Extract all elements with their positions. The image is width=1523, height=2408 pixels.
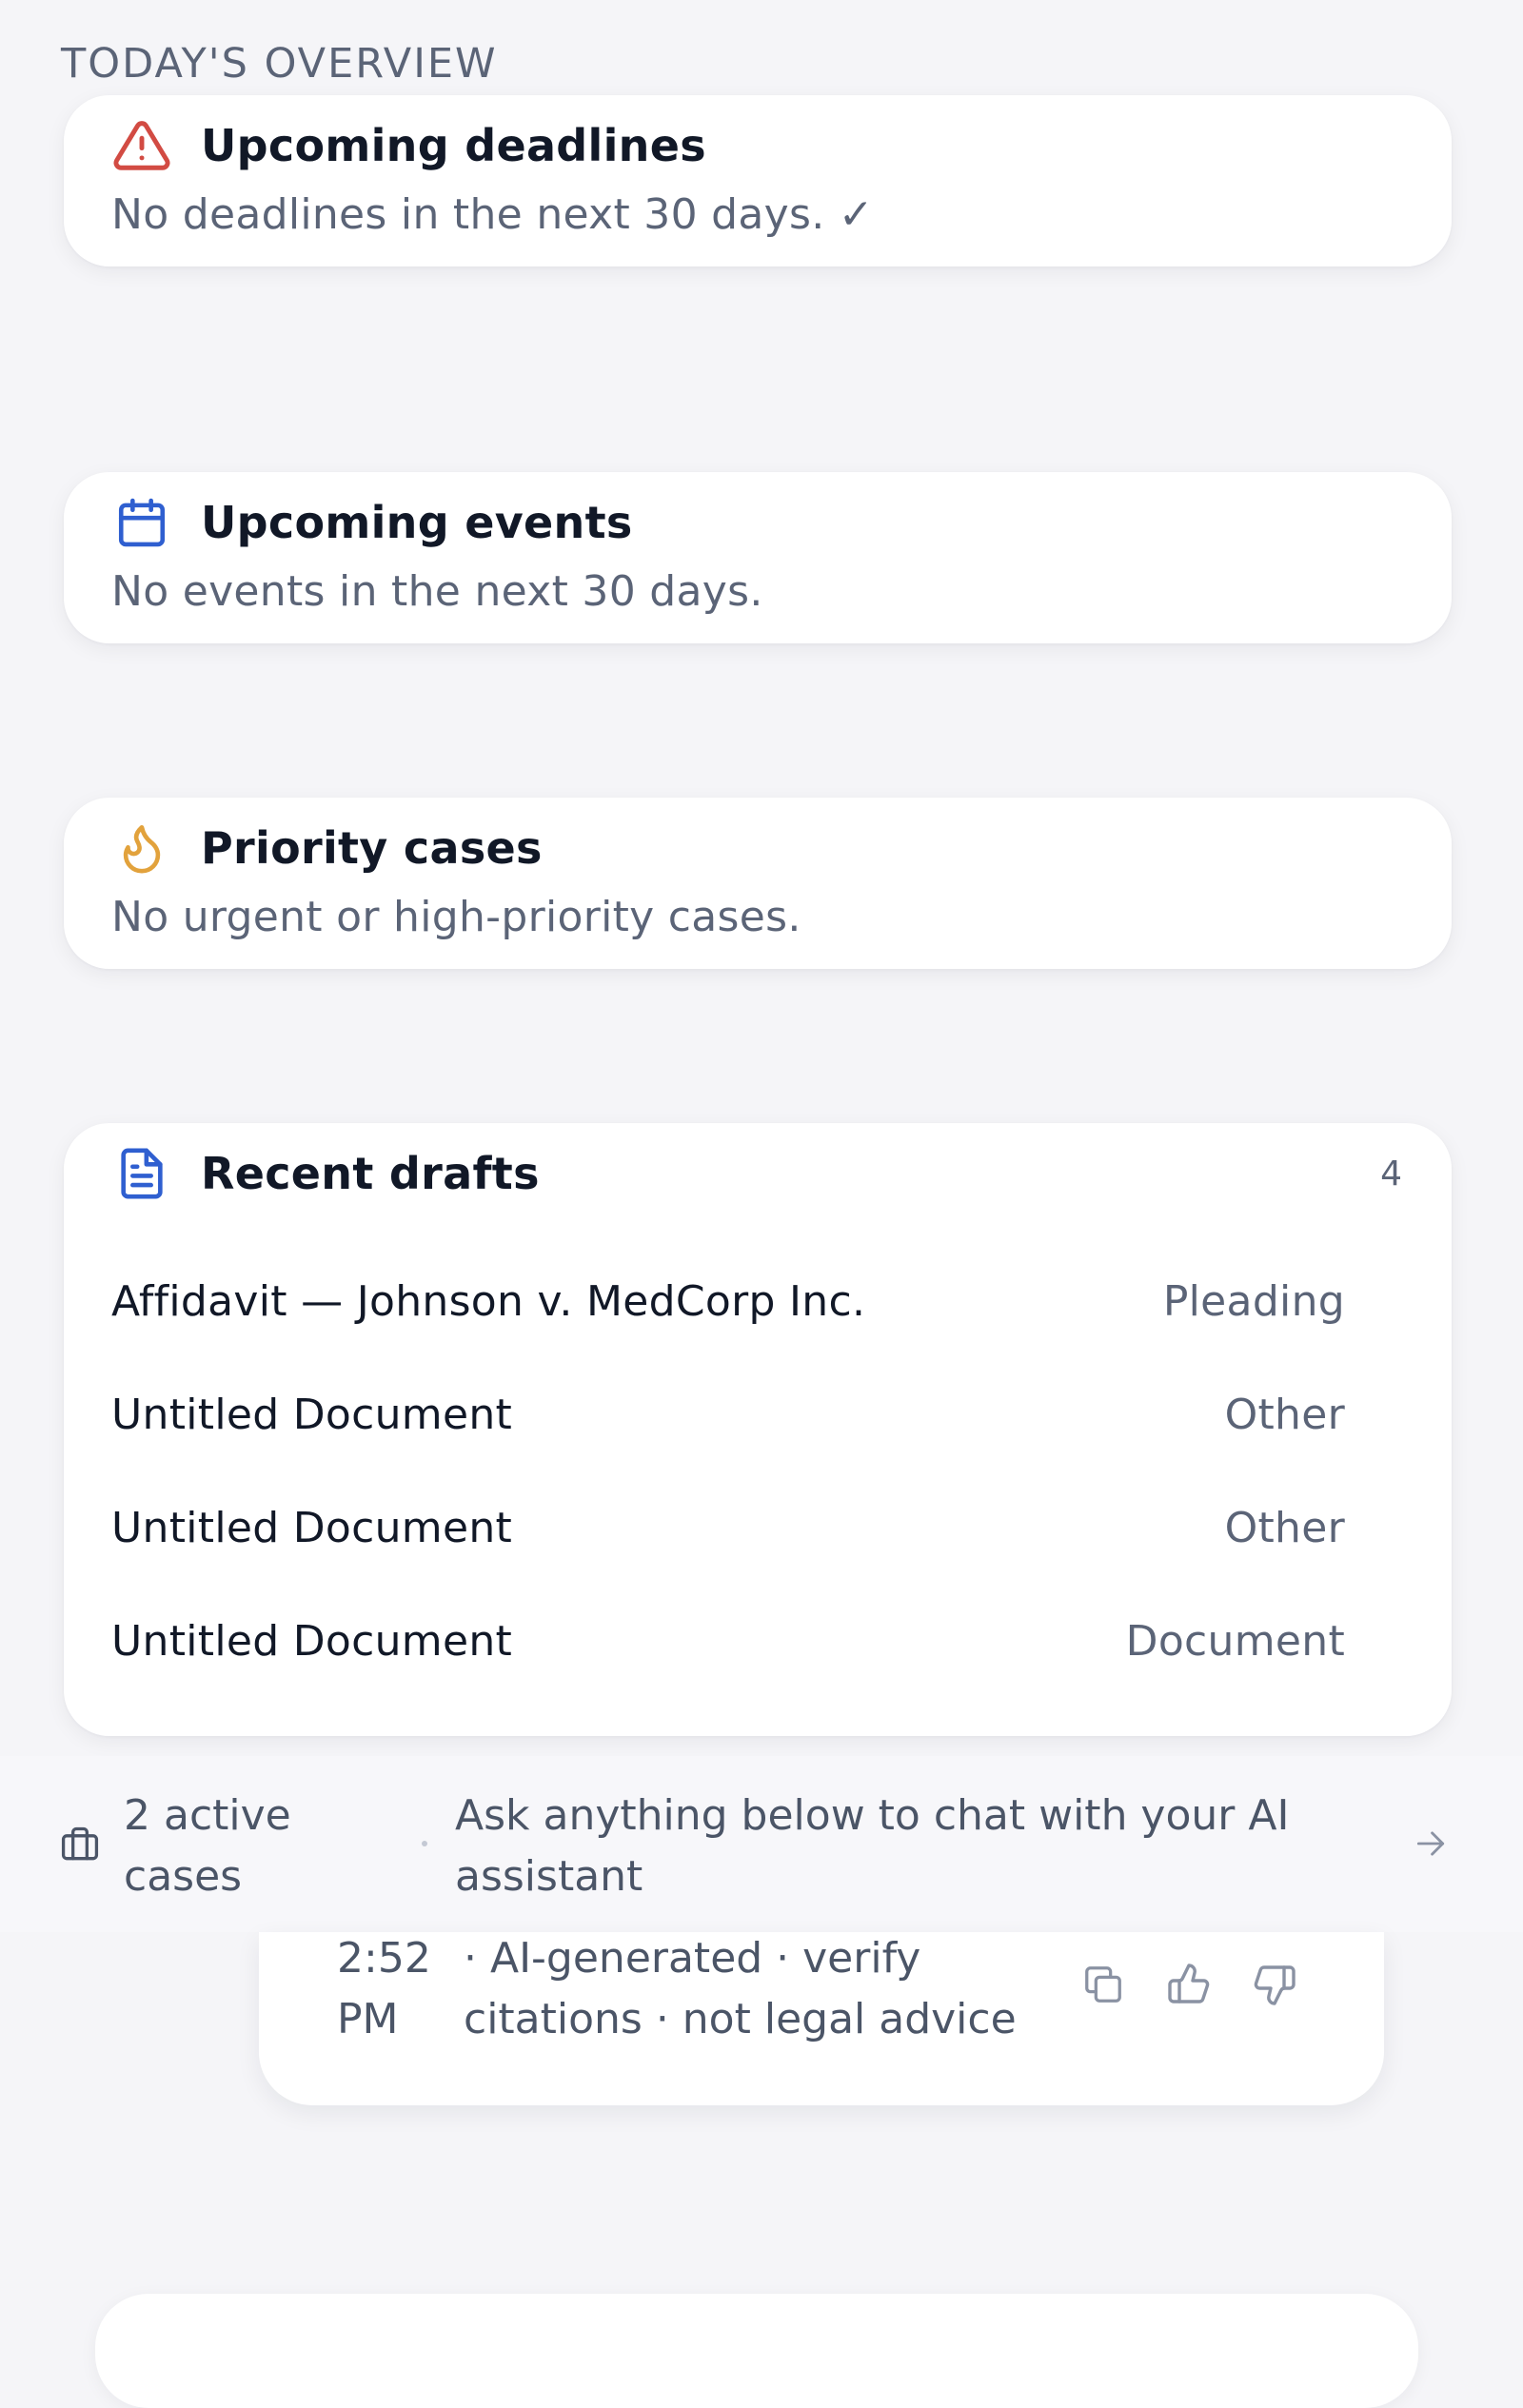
briefcase-icon bbox=[59, 1824, 101, 1865]
active-cases-count[interactable]: 2 active cases bbox=[124, 1786, 409, 1907]
events-empty-text: No events in the next 30 days. bbox=[111, 567, 763, 616]
drafts-card: Recent drafts 4 Affidavit — Johnson v. M… bbox=[64, 1123, 1452, 1736]
draft-row[interactable]: Untitled Document Document bbox=[111, 1608, 1345, 1674]
draft-type: Pleading bbox=[1162, 1276, 1345, 1326]
draft-name: Untitled Document bbox=[111, 1390, 513, 1439]
events-card[interactable]: Upcoming events No events in the next 30… bbox=[64, 472, 1452, 643]
message-timestamp: 2:52 PM bbox=[337, 1934, 431, 2043]
draft-name: Affidavit — Johnson v. MedCorp Inc. bbox=[111, 1276, 866, 1326]
deadlines-empty-text: No deadlines in the next 30 days. ✓ bbox=[111, 190, 874, 239]
section-title: TODAY'S OVERVIEW bbox=[61, 40, 498, 88]
priority-card-header: Priority cases bbox=[111, 815, 1404, 881]
assistant-message-bubble: 2:52 PM · AI-generated · verify citation… bbox=[259, 1932, 1384, 2105]
copy-icon[interactable] bbox=[1079, 1961, 1127, 2008]
warning-triangle-icon bbox=[111, 115, 172, 176]
message-actions bbox=[1079, 1961, 1298, 2008]
overview-page: TODAY'S OVERVIEW Upcoming deadlines No d… bbox=[0, 0, 1523, 2408]
thumbs-down-icon[interactable] bbox=[1251, 1961, 1298, 2008]
draft-row[interactable]: Untitled Document Other bbox=[111, 1494, 1345, 1561]
events-title: Upcoming events bbox=[201, 497, 633, 548]
document-icon bbox=[111, 1143, 172, 1204]
draft-row[interactable]: Affidavit — Johnson v. MedCorp Inc. Plea… bbox=[111, 1268, 1345, 1334]
drafts-count-badge: 4 bbox=[1380, 1154, 1402, 1194]
draft-row[interactable]: Untitled Document Other bbox=[111, 1381, 1345, 1448]
drafts-card-header: Recent drafts 4 bbox=[111, 1140, 1404, 1207]
priority-title: Priority cases bbox=[201, 822, 543, 874]
draft-type: Document bbox=[1125, 1616, 1345, 1666]
draft-name: Untitled Document bbox=[111, 1503, 513, 1552]
deadlines-card-header: Upcoming deadlines bbox=[111, 112, 1404, 179]
priority-empty-text: No urgent or high-priority cases. bbox=[111, 893, 801, 941]
ask-assistant-prompt[interactable]: Ask anything below to chat with your AI … bbox=[455, 1786, 1350, 1907]
priority-card[interactable]: Priority cases No urgent or high-priorit… bbox=[64, 798, 1452, 969]
thumbs-up-icon[interactable] bbox=[1165, 1961, 1213, 2008]
deadlines-card[interactable]: Upcoming deadlines No deadlines in the n… bbox=[64, 95, 1452, 266]
draft-name: Untitled Document bbox=[111, 1616, 513, 1666]
drafts-title: Recent drafts bbox=[201, 1148, 540, 1199]
draft-type: Other bbox=[1224, 1390, 1345, 1439]
next-card bbox=[95, 2294, 1418, 2408]
draft-type: Other bbox=[1224, 1503, 1345, 1552]
events-card-header: Upcoming events bbox=[111, 489, 1404, 556]
arrow-right-icon[interactable] bbox=[1413, 1826, 1451, 1864]
deadlines-title: Upcoming deadlines bbox=[201, 120, 706, 171]
calendar-icon bbox=[111, 492, 172, 553]
message-disclaimer: · AI-generated · verify citations · not … bbox=[464, 1934, 1017, 2043]
flame-icon bbox=[111, 818, 172, 878]
footer-separator bbox=[422, 1841, 427, 1846]
